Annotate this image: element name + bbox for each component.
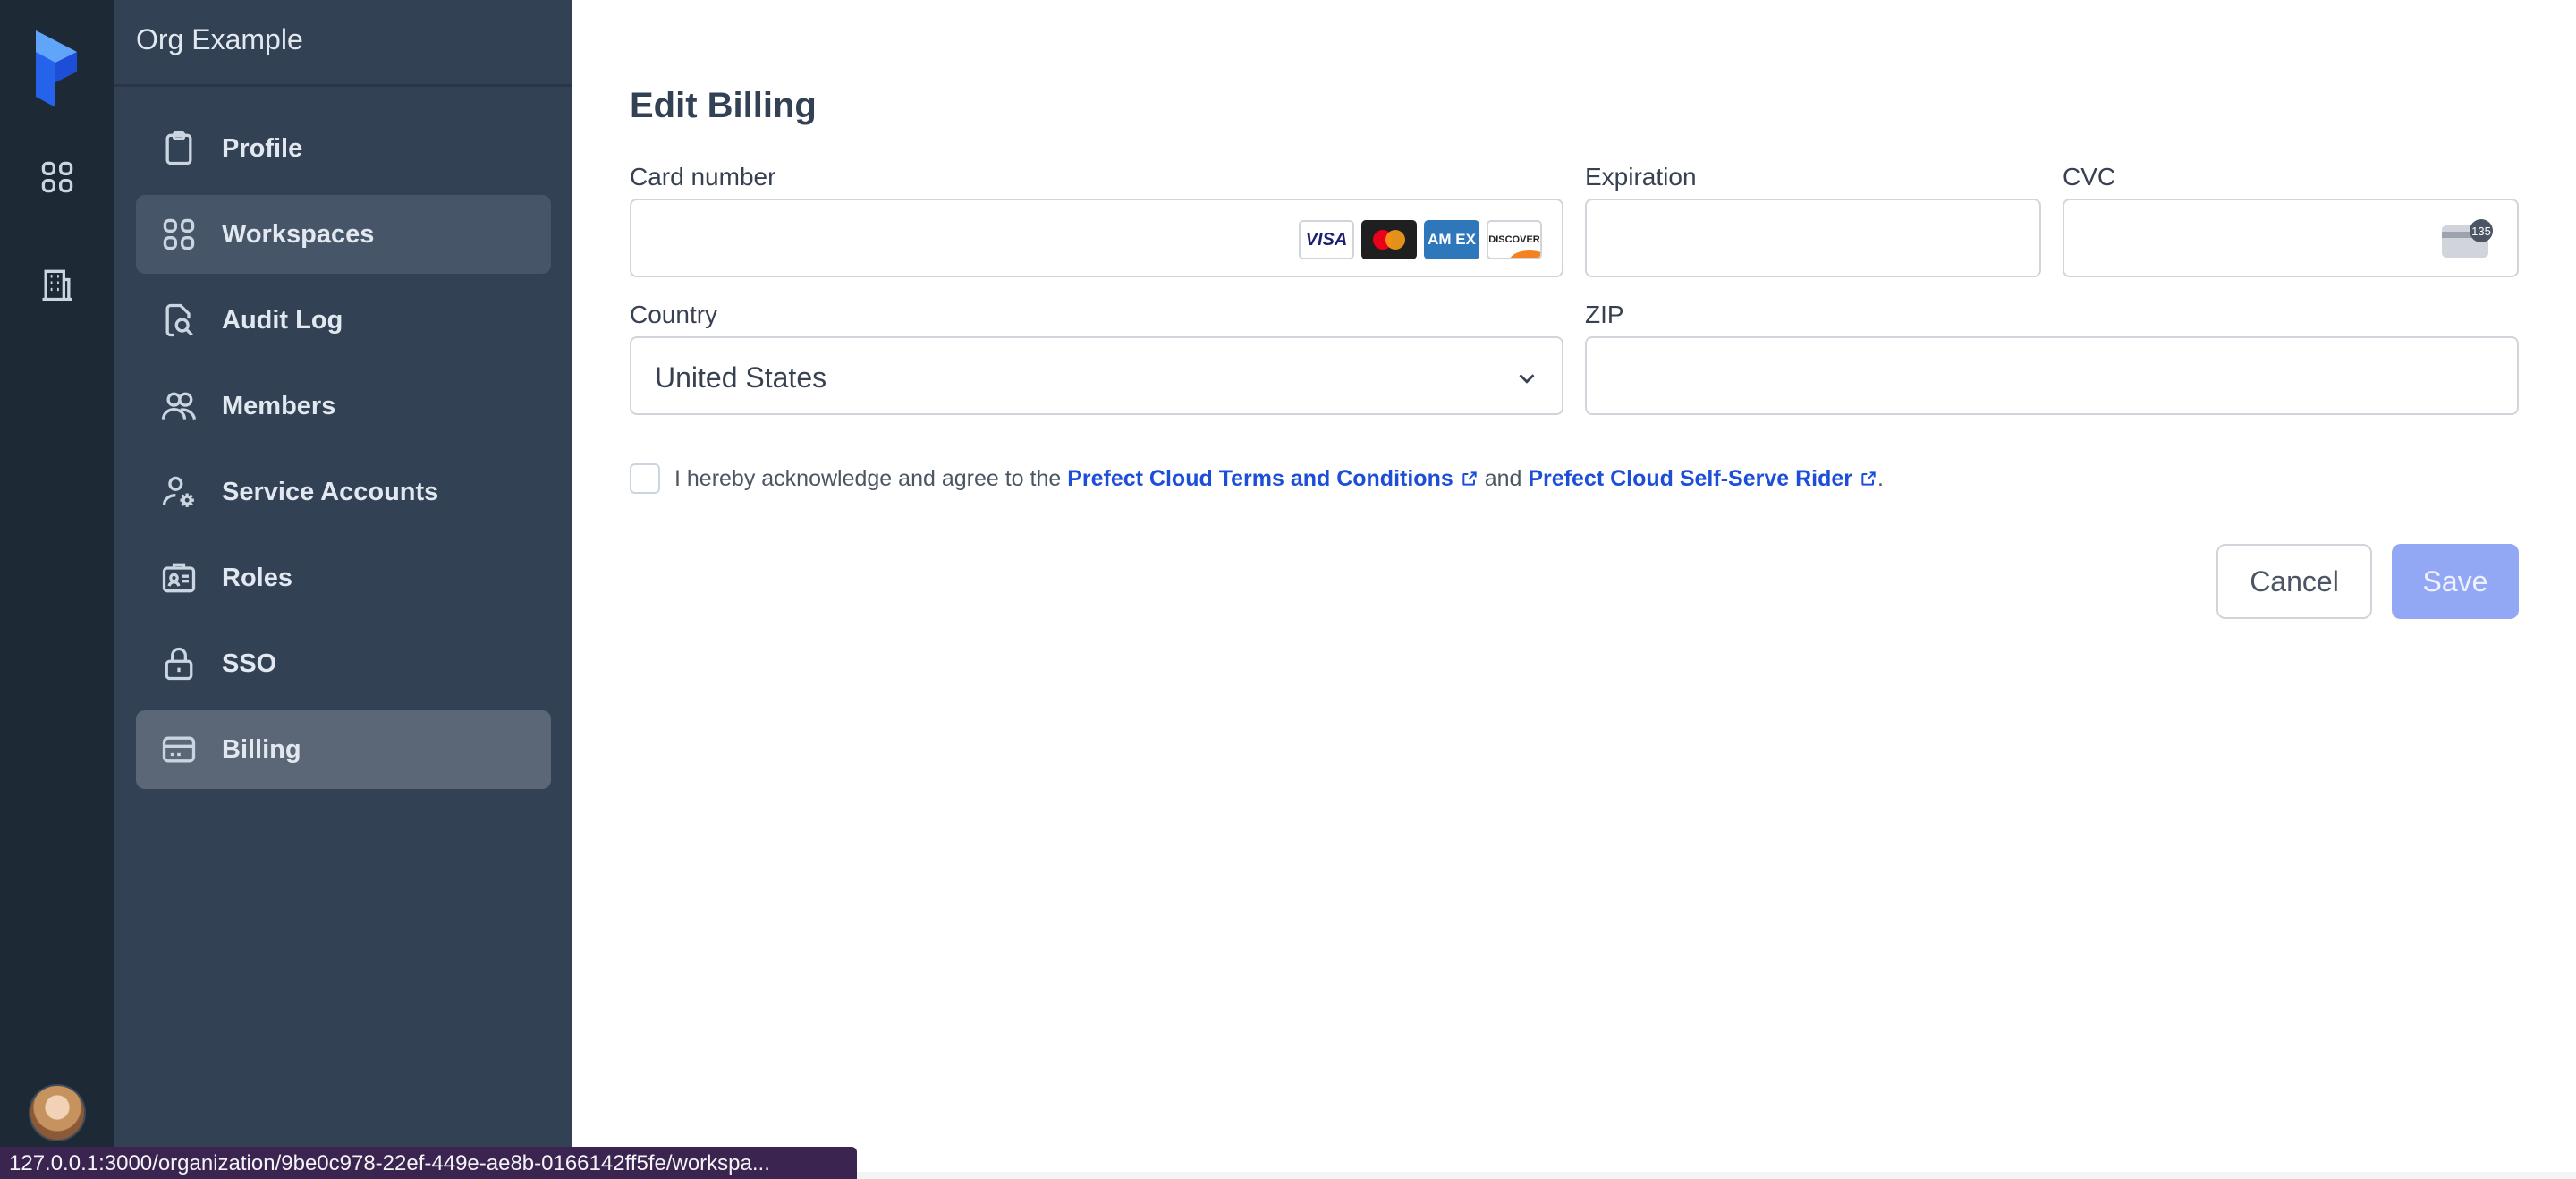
sidebar-item-label: Billing	[222, 734, 301, 764]
bottom-edge	[572, 1172, 2576, 1179]
cvc-input[interactable]: 135	[2063, 199, 2519, 277]
external-link-icon	[1861, 471, 1876, 486]
visa-icon: VISA	[1299, 220, 1354, 259]
sidebar-item-label: SSO	[222, 649, 277, 678]
sidebar-item-label: Members	[222, 391, 336, 420]
sidebar-item-label: Roles	[222, 563, 292, 592]
user-avatar[interactable]	[29, 1084, 86, 1141]
users-icon	[157, 385, 200, 428]
user-gear-icon	[157, 471, 200, 513]
cancel-button[interactable]: Cancel	[2216, 544, 2372, 619]
id-card-icon	[157, 556, 200, 599]
sidebar-item-service-accounts[interactable]: Service Accounts	[136, 453, 551, 531]
terms-suffix-text: .	[1877, 465, 1884, 491]
organization-building-icon[interactable]	[30, 258, 84, 311]
sidebar-item-members[interactable]: Members	[136, 367, 551, 445]
country-selected-value: United States	[655, 361, 827, 394]
grid-icon	[157, 213, 200, 256]
org-name: Org Example	[136, 23, 303, 55]
sidebar-item-profile[interactable]: Profile	[136, 109, 551, 188]
sidebar-item-billing[interactable]: Billing	[136, 710, 551, 789]
external-link-icon	[1462, 471, 1477, 486]
sidebar-item-audit-log[interactable]: Audit Log	[136, 281, 551, 360]
zip-label: ZIP	[1585, 301, 1624, 328]
sidebar-item-label: Service Accounts	[222, 477, 439, 506]
chevron-down-icon	[1519, 374, 1535, 384]
cvc-hint: 135	[2471, 225, 2491, 238]
sidebar-item-label: Audit Log	[222, 305, 343, 335]
cvc-card-icon: 135	[2442, 219, 2493, 258]
terms-agreement: I hereby acknowledge and agree to the Pr…	[630, 463, 1884, 494]
sidebar-item-label: Workspaces	[222, 219, 375, 249]
prefect-logo-icon[interactable]	[30, 30, 84, 107]
terms-checkbox[interactable]	[630, 463, 660, 494]
page-title: Edit Billing	[630, 86, 817, 125]
zip-input[interactable]	[1585, 336, 2519, 415]
self-serve-rider-link[interactable]: Prefect Cloud Self-Serve Rider	[1528, 466, 1852, 492]
sidebar-item-roles[interactable]: Roles	[136, 539, 551, 617]
cvc-label: CVC	[2063, 163, 2116, 191]
card-brand-logos: VISA AM EX DISCOVER	[1299, 220, 1542, 259]
terms-conditions-link[interactable]: Prefect Cloud Terms and Conditions	[1067, 466, 1453, 492]
terms-prefix-text: I hereby acknowledge and agree to the	[674, 465, 1062, 491]
sidebar-divider	[114, 84, 572, 87]
mastercard-icon	[1361, 220, 1417, 259]
icon-rail	[0, 0, 114, 1179]
clipboard-icon	[157, 127, 200, 170]
browser-status-url: 127.0.0.1:3000/organization/9be0c978-22e…	[0, 1147, 857, 1179]
expiration-label: Expiration	[1585, 163, 1697, 191]
lock-icon	[157, 642, 200, 685]
settings-sidebar: Org Example Profile Workspaces Audit Log…	[114, 0, 572, 1179]
expiration-input[interactable]	[1585, 199, 2041, 277]
workspaces-grid-icon[interactable]	[30, 150, 84, 204]
save-button[interactable]: Save	[2392, 544, 2519, 619]
amex-icon: AM EX	[1424, 220, 1479, 259]
card-number-label: Card number	[630, 163, 776, 191]
sidebar-item-label: Profile	[222, 133, 303, 163]
sidebar-item-workspaces[interactable]: Workspaces	[136, 195, 551, 274]
document-search-icon	[157, 299, 200, 342]
terms-middle-text: and	[1484, 465, 1522, 491]
sidebar-item-sso[interactable]: SSO	[136, 624, 551, 703]
discover-icon: DISCOVER	[1487, 220, 1542, 259]
card-number-input[interactable]: VISA AM EX DISCOVER	[630, 199, 1563, 277]
main-content: Edit Billing Card number VISA AM EX DISC…	[572, 0, 2576, 1179]
country-select[interactable]: United States	[630, 336, 1563, 415]
country-label: Country	[630, 301, 718, 328]
credit-card-icon	[157, 728, 200, 771]
